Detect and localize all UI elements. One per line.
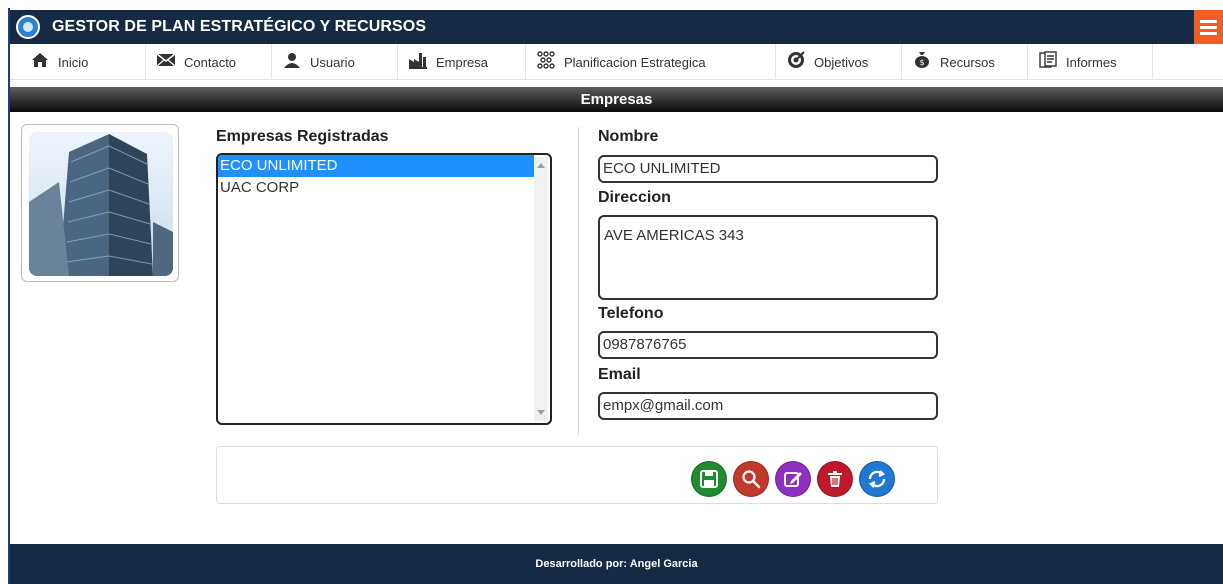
title-bar: GESTOR DE PLAN ESTRATÉGICO Y RECURSOS (10, 10, 1223, 44)
nombre-label: Nombre (598, 128, 659, 145)
nav-item-informes[interactable]: Informes (1028, 44, 1153, 80)
nav-label: Contacto (184, 54, 237, 70)
nombre-field[interactable]: ECO UNLIMITED (598, 155, 938, 183)
telefono-field[interactable]: 0987876765 (598, 331, 938, 359)
envelope-icon (156, 52, 176, 72)
company-photo-frame (21, 124, 179, 282)
action-button-panel (216, 446, 938, 504)
direccion-field[interactable]: AVE AMERICAS 343 (598, 215, 938, 300)
nav-label: Inicio (58, 54, 89, 70)
section-title: Empresas (580, 91, 653, 108)
nav-label: Usuario (310, 54, 355, 70)
email-label: Email (598, 366, 641, 383)
target-icon (786, 50, 806, 74)
hamburger-menu-button[interactable] (1194, 10, 1223, 44)
refresh-button[interactable] (859, 461, 895, 497)
list-item[interactable]: UAC CORP (218, 177, 534, 199)
nav-item-objetivos[interactable]: Objetivos (776, 44, 902, 80)
company-building-image (29, 132, 173, 276)
main-nav: Inicio Contacto Usuario Empresa Planific… (10, 44, 1223, 80)
companies-list-label: Empresas Registradas (216, 128, 389, 145)
edit-button[interactable] (775, 461, 811, 497)
scroll-up-icon[interactable] (537, 163, 545, 168)
email-field[interactable]: empx@gmail.com (598, 392, 938, 420)
nav-item-recursos[interactable]: $ Recursos (902, 44, 1028, 80)
nav-item-inicio[interactable]: Inicio (20, 44, 146, 80)
home-icon (30, 52, 50, 73)
hierarchy-icon (536, 50, 556, 74)
direccion-label: Direccion (598, 189, 671, 206)
report-icon (1038, 50, 1058, 74)
nav-label: Empresa (436, 54, 489, 70)
nav-label: Planificacion Estrategica (564, 54, 706, 70)
save-icon (700, 470, 718, 488)
telefono-label: Telefono (598, 305, 664, 322)
nav-item-planificacion[interactable]: Planificacion Estrategica (526, 44, 776, 80)
nav-item-contacto[interactable]: Contacto (146, 44, 272, 80)
svg-text:$: $ (920, 58, 925, 67)
listbox-scrollbar[interactable] (534, 157, 548, 421)
money-bag-icon: $ (912, 51, 932, 74)
edit-icon (784, 472, 802, 487)
footer: Desarrollado por: Angel Garcia (10, 544, 1223, 584)
companies-listbox[interactable]: ECO UNLIMITED UAC CORP (216, 153, 552, 425)
save-button[interactable] (691, 461, 727, 497)
app-logo-icon (16, 15, 40, 39)
nav-item-usuario[interactable]: Usuario (272, 44, 398, 80)
factory-icon (408, 51, 428, 74)
column-divider (578, 127, 579, 435)
search-button[interactable] (733, 461, 769, 497)
nav-label: Informes (1066, 54, 1117, 70)
user-icon (282, 52, 302, 73)
trash-icon (828, 471, 842, 487)
section-header: Empresas (10, 87, 1223, 112)
delete-button[interactable] (817, 461, 853, 497)
app-title: GESTOR DE PLAN ESTRATÉGICO Y RECURSOS (52, 18, 427, 35)
nav-label: Objetivos (814, 54, 869, 70)
refresh-icon (868, 470, 886, 488)
nav-label: Recursos (940, 54, 995, 70)
list-item[interactable]: ECO UNLIMITED (218, 155, 534, 177)
nav-item-empresa[interactable]: Empresa (398, 44, 526, 80)
footer-credit: Desarrollado por: Angel Garcia (535, 558, 698, 570)
search-icon (742, 470, 761, 489)
scroll-down-icon[interactable] (537, 410, 545, 415)
